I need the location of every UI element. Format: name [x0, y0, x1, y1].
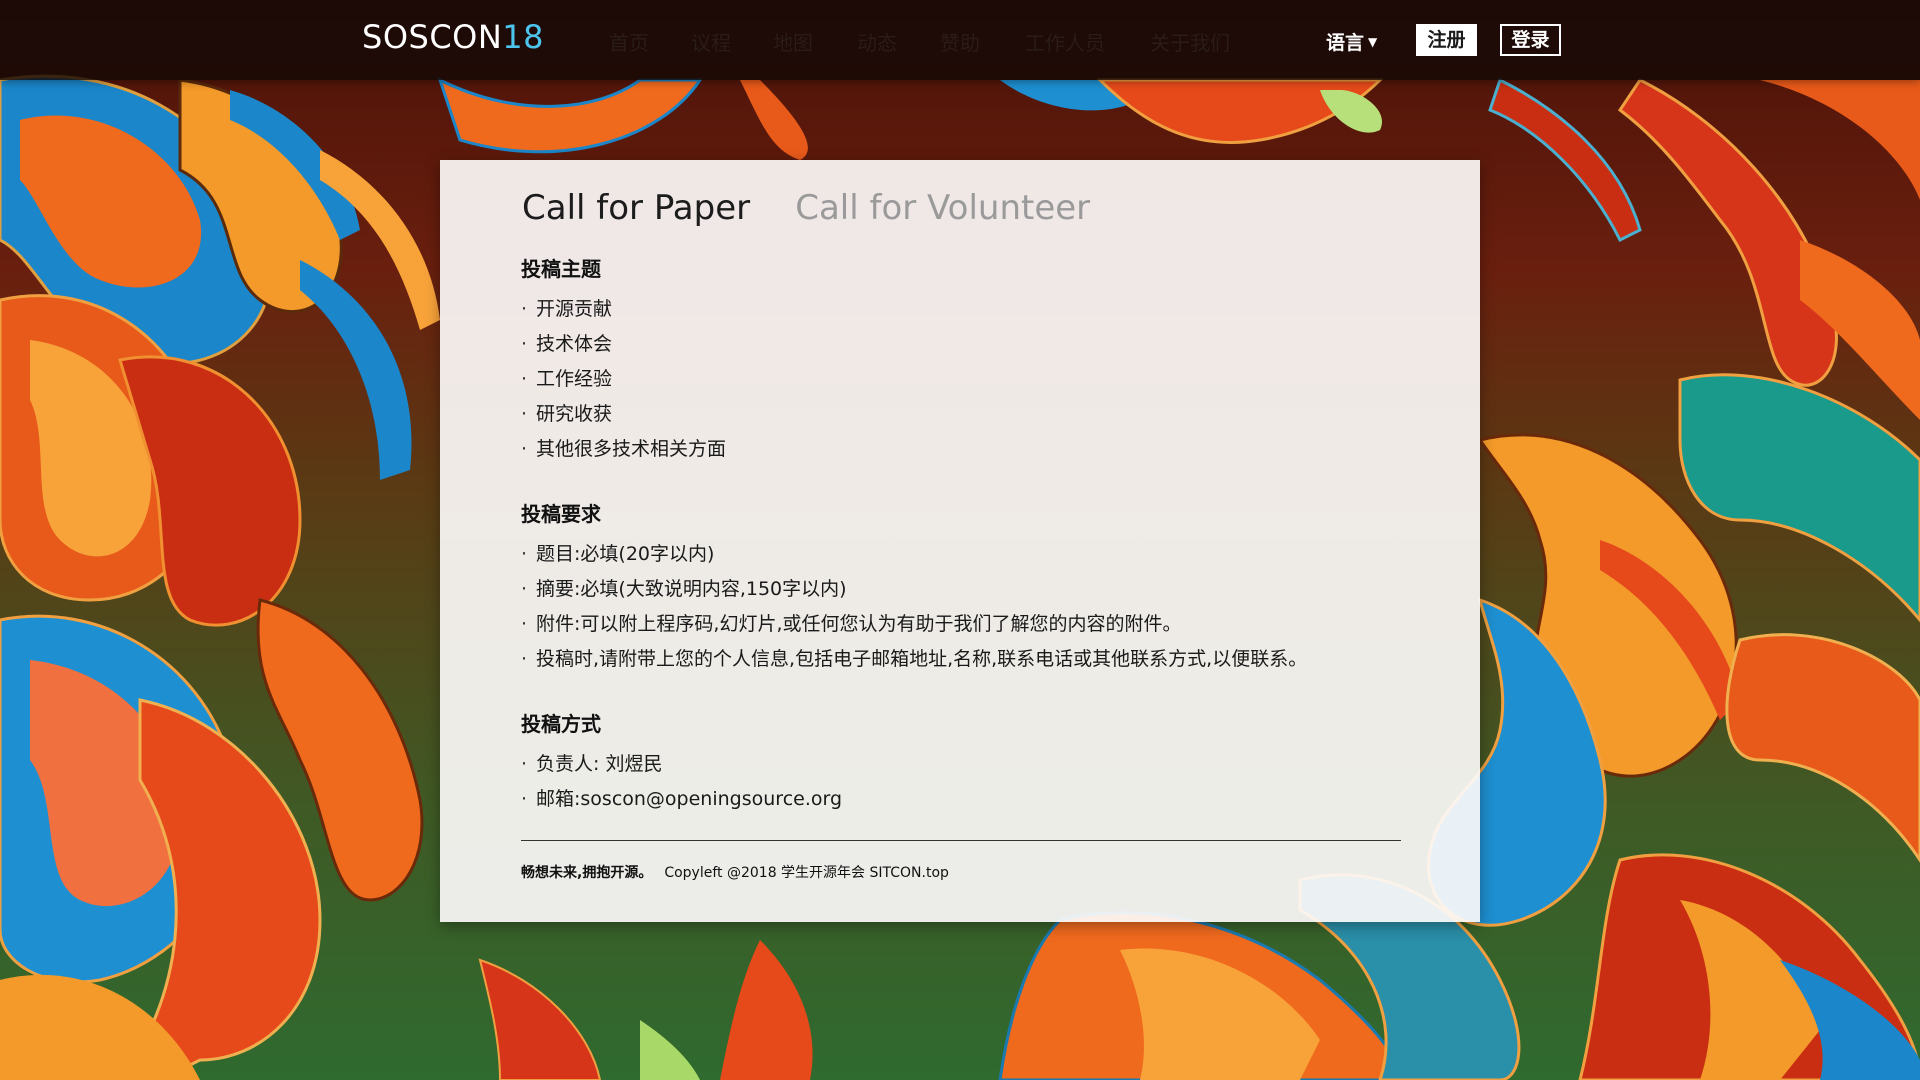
section-submission: 投稿方式 · 负责人: 刘煜民 · 邮箱:soscon@openingsource.… — [521, 709, 1421, 817]
list-item: · 研究收获 — [521, 403, 613, 425]
nav-item-home[interactable]: 首页 — [609, 27, 649, 56]
section-requirements: 投稿要求 · 题目:必填(20字以内) · 摘要:必填(大致说明内容,150字以内)… — [521, 499, 1421, 677]
site-logo[interactable]: SOSCON18 — [362, 18, 544, 56]
section-title: 投稿要求 — [521, 502, 601, 526]
list-item: · 题目:必填(20字以内) — [521, 543, 715, 565]
submission-list: · 负责人: 刘煜民 · 邮箱:soscon@openingsource.org — [521, 747, 1421, 817]
contact-email: 邮箱:soscon@openingsource.org — [536, 788, 843, 810]
list-item: · 邮箱:soscon@openingsource.org — [521, 788, 843, 810]
list-item: · 开源贡献 — [521, 298, 613, 320]
section-topics: 投稿主题 · 开源贡献 · 技术体会 · 工作经验 · 研究收获 · 其他很多技术相关方面 — [521, 254, 1421, 467]
nav-item-staff[interactable]: 工作人员 — [1025, 27, 1105, 56]
logo-number: 18 — [502, 18, 544, 56]
register-button[interactable]: 注册 — [1416, 24, 1477, 56]
tab-call-for-paper[interactable]: Call for Paper — [522, 188, 750, 228]
footer-copyright: Copyleft @2018 学生开源年会 SITCON.top — [664, 865, 949, 881]
footer: 畅想未来,拥抱开源。 Copyleft @2018 学生开源年会 SITCON.t… — [521, 862, 949, 882]
language-dropdown[interactable]: 语言 ▼ — [1326, 28, 1377, 55]
list-item: · 附件:可以附上程序码,幻灯片,或任何您认为有助于我们了解您的内容的附件。 — [521, 613, 1182, 635]
language-label: 语言 — [1326, 32, 1365, 54]
section-title: 投稿方式 — [521, 712, 601, 736]
page: SOSCON18 首页 议程 地图 动态 赞助 工作人员 关于我们 语言 ▼ 注册… — [0, 0, 1920, 1080]
list-item: · 工作经验 — [521, 368, 613, 390]
requirement-list: · 题目:必填(20字以内) · 摘要:必填(大致说明内容,150字以内) · 附件:… — [521, 537, 1421, 677]
top-navbar: SOSCON18 首页 议程 地图 动态 赞助 工作人员 关于我们 语言 ▼ 注册… — [0, 0, 1920, 80]
login-button[interactable]: 登录 — [1500, 24, 1561, 56]
list-item: · 其他很多技术相关方面 — [521, 438, 727, 460]
nav-item-sponsors[interactable]: 赞助 — [940, 27, 980, 56]
footer-divider — [521, 840, 1401, 841]
nav-item-about[interactable]: 关于我们 — [1150, 27, 1230, 56]
list-item: · 技术体会 — [521, 333, 613, 355]
logo-text: SOSCON — [362, 18, 503, 56]
list-item: · 投稿时,请附带上您的个人信息,包括电子邮箱地址,名称,联系电话或其他联系方式,… — [521, 648, 1308, 670]
list-item: · 负责人: 刘煜民 — [521, 753, 663, 775]
tab-bar: Call for Paper Call for Volunteer — [522, 188, 1130, 228]
tab-call-for-volunteer[interactable]: Call for Volunteer — [795, 188, 1090, 228]
caret-down-icon: ▼ — [1368, 35, 1378, 49]
section-title: 投稿主题 — [521, 257, 601, 281]
content-card: Call for Paper Call for Volunteer 投稿主题 ·… — [440, 160, 1480, 922]
nav-item-agenda[interactable]: 议程 — [691, 27, 731, 56]
list-item: · 摘要:必填(大致说明内容,150字以内) — [521, 578, 847, 600]
nav-item-map[interactable]: 地图 — [773, 27, 813, 56]
topic-list: · 开源贡献 · 技术体会 · 工作经验 · 研究收获 · 其他很多技术相关方面 — [521, 292, 1421, 467]
nav-item-news[interactable]: 动态 — [857, 27, 897, 56]
footer-tagline: 畅想未来,拥抱开源。 — [521, 865, 653, 881]
